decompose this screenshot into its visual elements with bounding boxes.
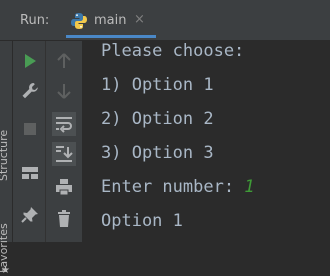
tab-label: main (94, 13, 127, 28)
tab-active-indicator (66, 35, 156, 38)
console-output[interactable]: Please choose: 1) Option 1 2) Option 2 3… (83, 41, 330, 242)
pin-icon[interactable] (18, 203, 42, 227)
console-line: 3) Option 3 (101, 143, 214, 163)
arrow-down-icon[interactable] (52, 79, 76, 103)
console-line: Please choose: (101, 41, 245, 61)
run-icon[interactable] (18, 49, 42, 73)
star-icon: ★ (1, 265, 10, 276)
layout-icon[interactable] (18, 161, 42, 185)
console-prompt: Enter number: (101, 177, 245, 197)
console-line: 1) Option 1 (101, 75, 214, 95)
console-result-line: Option 1 (101, 211, 183, 231)
python-icon (70, 12, 88, 30)
scroll-to-end-icon[interactable] (52, 142, 76, 166)
run-panel-title: Run: (20, 13, 50, 28)
wrench-icon[interactable] (18, 79, 42, 103)
run-panel-header: Run: main × (0, 0, 330, 41)
close-icon[interactable]: × (134, 12, 145, 27)
console-user-input: 1 (244, 177, 255, 197)
print-icon[interactable] (52, 175, 76, 199)
console-prompt-line: Enter number: 1 (101, 177, 255, 197)
side-tool-strip: Structure Favorites ★ (0, 41, 13, 276)
run-toolbar-left (13, 41, 46, 242)
soft-wrap-icon[interactable] (52, 112, 76, 136)
structure-side-tab[interactable]: Structure (0, 130, 10, 181)
console-line: 2) Option 2 (101, 109, 214, 129)
trash-icon[interactable] (52, 207, 76, 231)
tab-main[interactable]: main × (66, 8, 156, 38)
arrow-up-icon[interactable] (52, 49, 76, 73)
stop-icon[interactable] (18, 117, 42, 141)
run-toolbar-right (46, 41, 83, 242)
